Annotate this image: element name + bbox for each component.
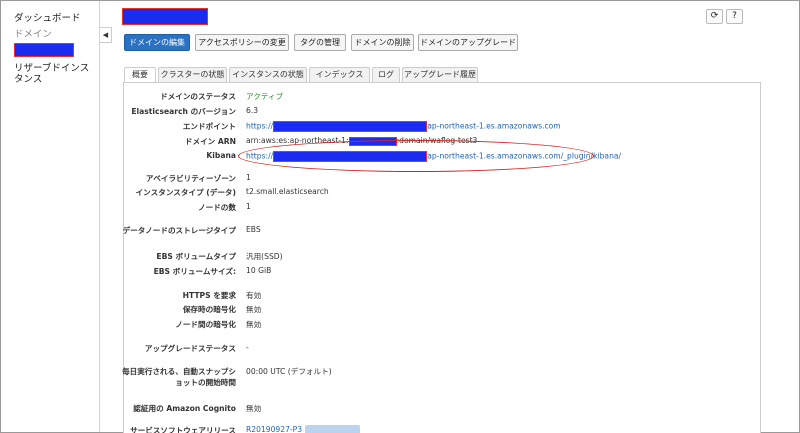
node-encrypt-value: 無効 [246,320,262,329]
endpoint-suffix: ap-northeast-1.es.amazonaws.com [427,121,561,131]
endpoint-redacted [273,121,428,132]
es-version-label: Elasticsearch のバージョン [131,107,236,116]
sidebar-item-dashboard[interactable]: ダッシュボード [14,13,81,24]
node-count-value: 1 [246,202,251,211]
software-release-link[interactable]: R20190927-P3 [246,425,302,433]
sidebar-collapse-button[interactable]: ◀ [100,27,112,43]
software-release-label: サービスソフトウェアリリース [130,426,236,433]
sidebar-item-domains[interactable]: ドメイン [14,29,52,40]
node-count-label: ノードの数 [198,203,236,212]
storage-type-label: データノードのストレージタイプ [122,226,236,235]
update-available-pill[interactable] [304,425,360,433]
ebs-volume-type-label: EBS ボリュームタイプ [156,252,236,261]
sidebar-item-reserved-instances[interactable]: リザーブドインスタンス [14,63,96,85]
help-icon[interactable]: ? [726,9,743,24]
endpoint-prefix: https:// [246,121,274,131]
upgrade-domain-button[interactable]: ドメインのアップグレード [418,34,518,51]
change-access-policy-button[interactable]: アクセスポリシーの変更 [195,34,289,51]
domain-status-label: ドメインのステータス [160,92,236,101]
cognito-value: 無効 [246,404,262,413]
snapshot-value: 00:00 UTC (デフォルト) [246,367,332,376]
es-version-value: 6.3 [246,106,259,115]
domain-title-redacted [122,8,208,25]
node-encrypt-label: ノード間の暗号化 [175,320,236,329]
tab-indices[interactable]: インデックス [309,67,370,82]
tab-overview[interactable]: 概要 [124,67,156,83]
ebs-volume-type-value: 汎用(SSD) [246,252,283,261]
snapshot-label: 毎日実行される、自動スナップショットの開始時間 [122,367,236,387]
ebs-volume-size-label: EBS ボリュームサイズ: [153,267,236,276]
refresh-icon[interactable]: ⟳ [706,9,723,24]
tab-instance-health[interactable]: インスタンスの状態 [229,67,307,82]
endpoint-label: エンドポイント [182,122,236,131]
sidebar-item-redacted-domain[interactable] [14,43,74,57]
sidebar: ダッシュボード ドメイン リザーブドインスタンス [1,1,100,432]
upgrade-status-label: アップグレードステータス [144,344,236,353]
upgrade-status-value: - [246,343,249,352]
https-label: HTTPS を要求 [182,291,236,300]
https-value: 有効 [246,291,262,300]
tab-logs[interactable]: ログ [372,67,400,82]
kibana-label: Kibana [206,151,236,160]
instance-type-value: t2.small.elasticsearch [246,187,329,196]
tab-cluster-health[interactable]: クラスターの状態 [158,67,227,82]
az-value: 1 [246,173,251,182]
az-label: アベイラビリティーゾーン [145,174,236,183]
tab-upgrade-history[interactable]: アップグレード履歴 [402,67,478,82]
edit-domain-button[interactable]: ドメインの編集 [124,34,190,51]
annotation-ellipse [238,140,594,172]
ebs-volume-size-value: 10 GiB [246,266,272,275]
delete-domain-button[interactable]: ドメインの削除 [351,34,414,51]
manage-tags-button[interactable]: タグの管理 [294,34,346,51]
software-release-value[interactable]: R20190927-P3 [246,425,360,433]
instance-type-label: インスタンスタイプ (データ) [135,188,236,197]
encrypt-rest-label: 保存時の暗号化 [182,305,236,314]
encrypt-rest-value: 無効 [246,305,262,314]
storage-type-value: EBS [246,225,261,234]
domain-status-value: アクティブ [246,92,284,101]
endpoint-link[interactable]: https:// ap-northeast-1.es.amazonaws.com [246,121,561,132]
cognito-label: 認証用の Amazon Cognito [133,404,236,413]
arn-label: ドメイン ARN [184,137,236,146]
